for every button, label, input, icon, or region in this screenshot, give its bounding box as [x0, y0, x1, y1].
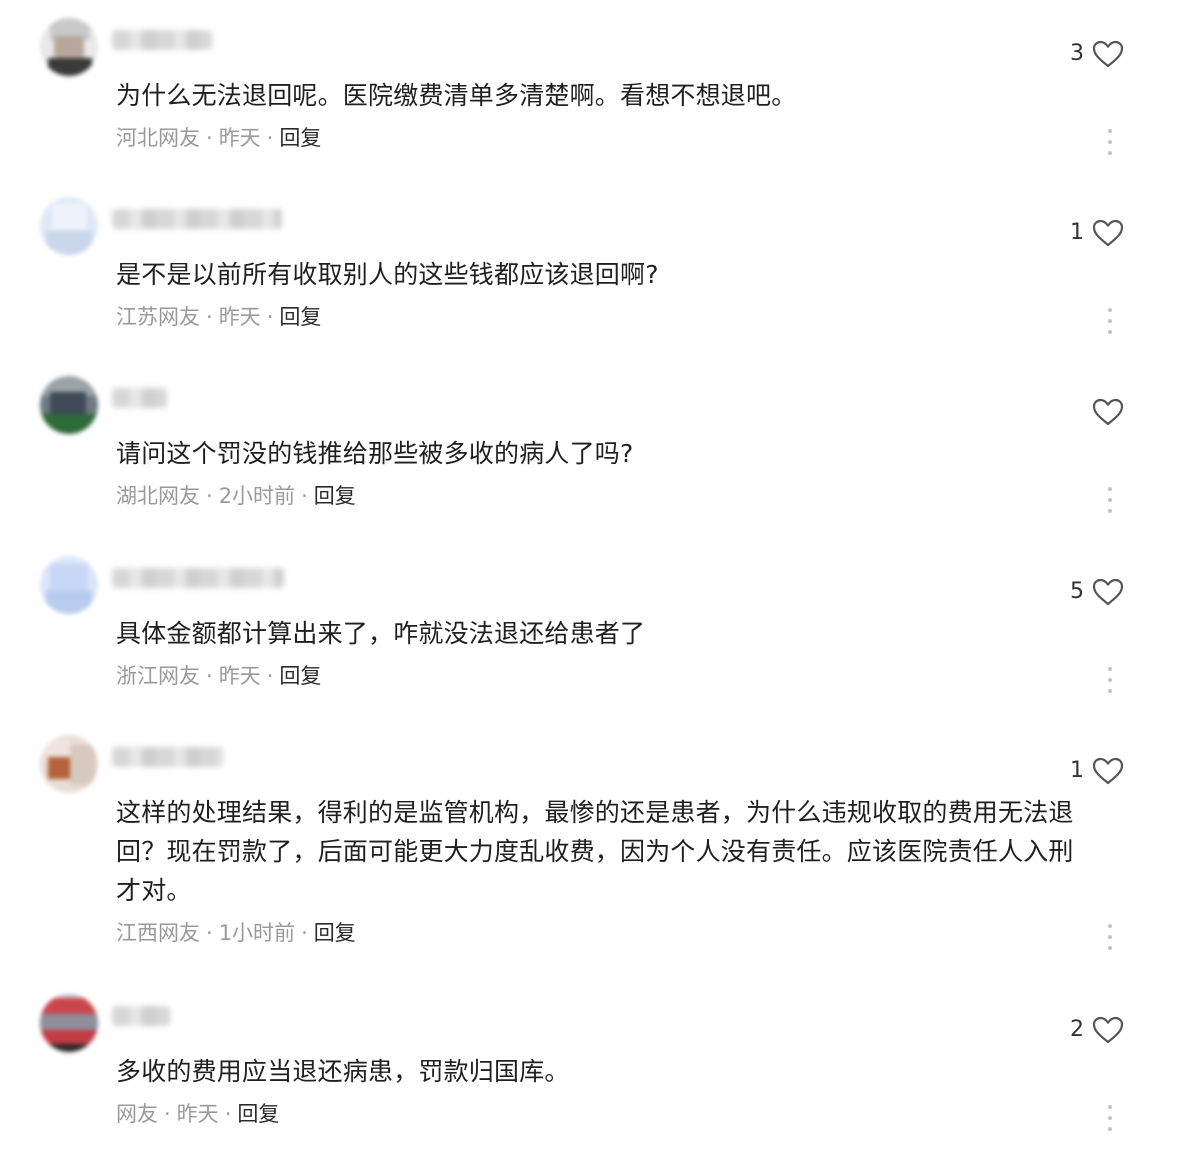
more-vertical-icon[interactable] — [1100, 1105, 1120, 1131]
more-vertical-icon[interactable] — [1100, 667, 1120, 693]
separator-dot: · — [206, 305, 213, 329]
like-button[interactable]: 2 — [1070, 1012, 1124, 1048]
heart-icon — [1092, 219, 1124, 247]
like-button[interactable]: 5 — [1070, 574, 1124, 610]
more-vertical-icon[interactable] — [1100, 129, 1120, 155]
like-count: 3 — [1070, 41, 1084, 66]
like-button[interactable]: 1 — [1070, 753, 1124, 789]
username-blurred[interactable] — [112, 1006, 170, 1026]
reply-button[interactable]: 回复 — [314, 921, 356, 945]
reply-button[interactable]: 回复 — [237, 1102, 279, 1126]
user-location: 江苏网友 — [116, 305, 200, 329]
like-count: 2 — [1070, 1017, 1084, 1042]
reply-button[interactable]: 回复 — [279, 664, 321, 688]
comment-item: 请问这个罚没的钱推给那些被多收的病人了吗? 湖北网友 · 2小时前 · 回复 — [0, 376, 1200, 526]
comment-time: 昨天 — [176, 1102, 219, 1126]
user-location: 湖北网友 — [116, 484, 200, 508]
user-location: 河北网友 — [116, 126, 200, 150]
separator-dot: · — [266, 305, 274, 329]
comment-meta: 江苏网友 · 昨天 · 回复 — [116, 303, 321, 331]
avatar[interactable] — [40, 376, 98, 434]
like-count: 1 — [1070, 220, 1084, 245]
separator-dot: · — [206, 126, 213, 150]
more-vertical-icon[interactable] — [1100, 924, 1120, 950]
like-button[interactable]: 3 — [1070, 36, 1124, 72]
username-blurred[interactable] — [112, 747, 224, 767]
comment-time: 昨天 — [218, 664, 261, 688]
comment-item: 1 是不是以前所有收取别人的这些钱都应该退回啊? 江苏网友 · 昨天 · 回复 — [0, 197, 1200, 347]
more-vertical-icon[interactable] — [1100, 487, 1120, 513]
comment-meta: 江西网友 · 1小时前 · 回复 — [116, 919, 356, 947]
username-blurred[interactable] — [112, 388, 167, 408]
comment-text: 为什么无法退回呢。医院缴费清单多清楚啊。看想不想退吧。 — [116, 81, 797, 110]
user-location: 网友 — [116, 1102, 158, 1126]
separator-dot: · — [266, 664, 274, 688]
reply-button[interactable]: 回复 — [279, 305, 321, 329]
separator-dot: · — [266, 126, 274, 150]
username-blurred[interactable] — [112, 568, 284, 588]
comment-item: 1 这样的处理结果，得利的是监管机构，最惨的还是患者，为什么违规收取的费用无法退… — [0, 735, 1200, 965]
heart-icon — [1092, 757, 1124, 785]
avatar[interactable] — [40, 556, 98, 614]
comment-item: 5 具体金额都计算出来了，咋就没法退还给患者了 浙江网友 · 昨天 · 回复 — [0, 556, 1200, 706]
comment-time: 昨天 — [218, 126, 261, 150]
heart-icon — [1092, 1016, 1124, 1044]
separator-dot: · — [206, 664, 213, 688]
comment-text: 多收的费用应当退还病患，罚款归国库。 — [116, 1057, 570, 1086]
reply-button[interactable]: 回复 — [279, 126, 321, 150]
avatar[interactable] — [40, 994, 98, 1052]
username-blurred[interactable] — [112, 209, 282, 229]
like-count: 5 — [1070, 579, 1084, 604]
comment-meta: 河北网友 · 昨天 · 回复 — [116, 124, 321, 152]
comment-time: 2小时前 — [218, 484, 296, 508]
reply-button[interactable]: 回复 — [314, 484, 356, 508]
comment-meta: 浙江网友 · 昨天 · 回复 — [116, 662, 321, 690]
avatar[interactable] — [40, 735, 98, 793]
like-button[interactable]: 1 — [1070, 215, 1124, 251]
separator-dot: · — [224, 1102, 232, 1126]
comment-meta: 湖北网友 · 2小时前 · 回复 — [116, 482, 356, 510]
like-count: 1 — [1070, 758, 1084, 783]
heart-icon — [1092, 578, 1124, 606]
user-location: 浙江网友 — [116, 664, 200, 688]
comment-text: 具体金额都计算出来了，咋就没法退还给患者了 — [116, 619, 646, 648]
comment-item: 2 多收的费用应当退还病患，罚款归国库。 网友 · 昨天 · 回复 — [0, 994, 1200, 1144]
avatar[interactable] — [40, 18, 98, 76]
like-button[interactable] — [1084, 394, 1124, 430]
separator-dot: · — [164, 1102, 171, 1126]
separator-dot: · — [301, 921, 308, 945]
separator-dot: · — [206, 921, 213, 945]
avatar[interactable] — [40, 197, 98, 255]
more-vertical-icon[interactable] — [1100, 308, 1120, 334]
heart-icon — [1092, 398, 1124, 426]
comment-meta: 网友 · 昨天 · 回复 — [116, 1100, 279, 1128]
comment-text: 是不是以前所有收取别人的这些钱都应该退回啊? — [116, 260, 659, 289]
comment-text: 这样的处理结果，得利的是监管机构，最惨的还是患者，为什么违规收取的费用无法退回？… — [116, 798, 1074, 905]
comment-time: 昨天 — [218, 305, 261, 329]
heart-icon — [1092, 40, 1124, 68]
username-blurred[interactable] — [112, 30, 212, 50]
comment-time: 1小时前 — [218, 921, 296, 945]
comment-item: 3 为什么无法退回呢。医院缴费清单多清楚啊。看想不想退吧。 河北网友 · 昨天 · 回复 — [0, 18, 1200, 168]
user-location: 江西网友 — [116, 921, 200, 945]
separator-dot: · — [206, 484, 213, 508]
separator-dot: · — [301, 484, 308, 508]
comment-text: 请问这个罚没的钱推给那些被多收的病人了吗? — [116, 439, 634, 468]
